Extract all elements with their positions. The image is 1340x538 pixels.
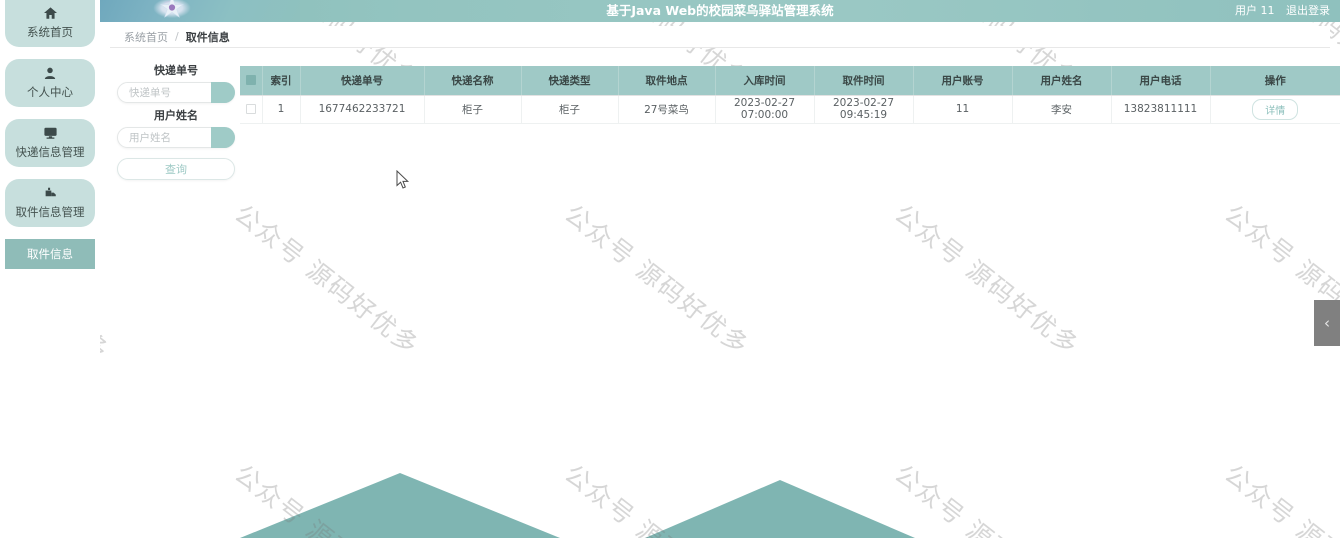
sidebar-item-label: 个人中心 (27, 85, 73, 99)
column-header-pickup-location: 取件地点 (618, 66, 716, 96)
pickup-info-table: 索引 快递单号 快递名称 快递类型 取件地点 入库时间 取件时间 用户账号 用户… (240, 66, 1340, 124)
user-area: 用户 11 退出登录 (1235, 0, 1330, 22)
search-field-tracking-no-wrap (117, 82, 235, 103)
sidebar-item-label: 取件信息管理 (15, 205, 85, 219)
watermark-text: 公众号 源码好优多 (229, 198, 425, 361)
watermark-text: 公众号 源码好优多 (889, 198, 1085, 361)
table-header-row: 索引 快递单号 快递名称 快递类型 取件地点 入库时间 取件时间 用户账号 用户… (240, 66, 1340, 96)
home-icon (5, 6, 95, 23)
data-table-container: 索引 快递单号 快递名称 快递类型 取件地点 入库时间 取件时间 用户账号 用户… (240, 66, 1340, 124)
decor-triangle-left (240, 473, 560, 538)
cell-tracking-no: 1677462233721 (300, 95, 425, 124)
column-header-user-phone: 用户电话 (1111, 66, 1211, 96)
cell-index: 1 (262, 95, 301, 124)
monitor-icon (5, 126, 95, 143)
watermark-text: 公众号 源码好优多 (1218, 455, 1340, 538)
panel-collapse-tab[interactable]: ‹ (1314, 300, 1340, 346)
select-all-checkbox[interactable] (245, 75, 256, 86)
cell-pickup-time: 2023-02-27 09:45:19 (814, 95, 914, 124)
detail-button[interactable]: 详情 (1252, 98, 1299, 120)
column-header-user-name: 用户姓名 (1012, 66, 1112, 96)
package-icon (5, 186, 95, 203)
cell-storage-time: 2023-02-27 07:00:00 (715, 95, 815, 124)
sidebar-item-label: 快递信息管理 (15, 145, 85, 159)
search-label-user-name: 用户姓名 (154, 109, 198, 122)
cell-user-phone: 13823811111 (1111, 95, 1211, 124)
search-field-user-name-wrap (117, 127, 235, 148)
cell-express-name: 柜子 (424, 95, 522, 124)
breadcrumb-current: 取件信息 (185, 30, 230, 44)
column-header-tracking-no: 快递单号 (300, 66, 425, 96)
row-checkbox[interactable] (245, 104, 256, 114)
column-header-storage-time: 入库时间 (715, 66, 815, 96)
column-header-index: 索引 (262, 66, 301, 96)
logout-button[interactable]: 退出登录 (1286, 4, 1330, 17)
search-panel: 快递单号 用户姓名 查询 (112, 62, 240, 180)
user-icon (5, 66, 95, 83)
row-select-cell[interactable] (240, 95, 263, 124)
sidebar-subitem-pickup-info[interactable]: 取件信息 (5, 239, 95, 269)
search-label-tracking-no: 快递单号 (154, 64, 198, 77)
breadcrumb: 系统首页 / 取件信息 (110, 26, 1330, 48)
search-submit-button[interactable]: 查询 (117, 158, 235, 180)
decor-triangle-right (645, 480, 915, 538)
breadcrumb-separator: / (175, 30, 179, 43)
mouse-cursor (396, 170, 410, 189)
sidebar-item-home[interactable]: 系统首页 (5, 0, 95, 47)
user-name: 11 (1260, 4, 1275, 17)
table-row: 1 1677462233721 柜子 柜子 27号菜鸟 2023-02-27 0… (240, 95, 1340, 124)
sidebar-item-profile[interactable]: 个人中心 (5, 59, 95, 107)
cell-user-name: 李安 (1012, 95, 1112, 124)
breadcrumb-home-link[interactable]: 系统首页 (124, 29, 168, 45)
select-all-header[interactable] (240, 66, 263, 96)
column-header-action: 操作 (1210, 66, 1340, 96)
column-header-user-account: 用户账号 (913, 66, 1013, 96)
cell-user-account: 11 (913, 95, 1013, 124)
column-header-express-type: 快递类型 (521, 66, 619, 96)
top-header: 基于Java Web的校园菜鸟驿站管理系统 用户 11 退出登录 (100, 0, 1340, 22)
user-label: 用户 (1235, 4, 1257, 17)
page-title: 基于Java Web的校园菜鸟驿站管理系统 (606, 3, 834, 18)
column-header-pickup-time: 取件时间 (814, 66, 914, 96)
sidebar-item-pickup-management[interactable]: 取件信息管理 (5, 179, 95, 227)
watermark-text: 公众号 源码好优多 (559, 198, 755, 361)
search-input-tracking-no[interactable] (117, 82, 235, 103)
search-input-user-name[interactable] (117, 127, 235, 148)
sidebar-item-express-management[interactable]: 快递信息管理 (5, 119, 95, 167)
cell-pickup-location: 27号菜鸟 (618, 95, 716, 124)
column-header-express-name: 快递名称 (424, 66, 522, 96)
cell-action: 详情 (1210, 95, 1340, 124)
sidebar-item-label: 系统首页 (27, 25, 73, 39)
cell-express-type: 柜子 (521, 95, 619, 124)
app-root: 公众号 源码好优多 公众号 源码好优多 公众号 源码好优多 公众号 源码好优多 … (0, 0, 1340, 538)
watermark-text: 公众号 源码好优多 (888, 455, 1088, 538)
sidebar: 系统首页 个人中心 快递信息管理 取件信息管理 取件信息 (0, 0, 100, 538)
